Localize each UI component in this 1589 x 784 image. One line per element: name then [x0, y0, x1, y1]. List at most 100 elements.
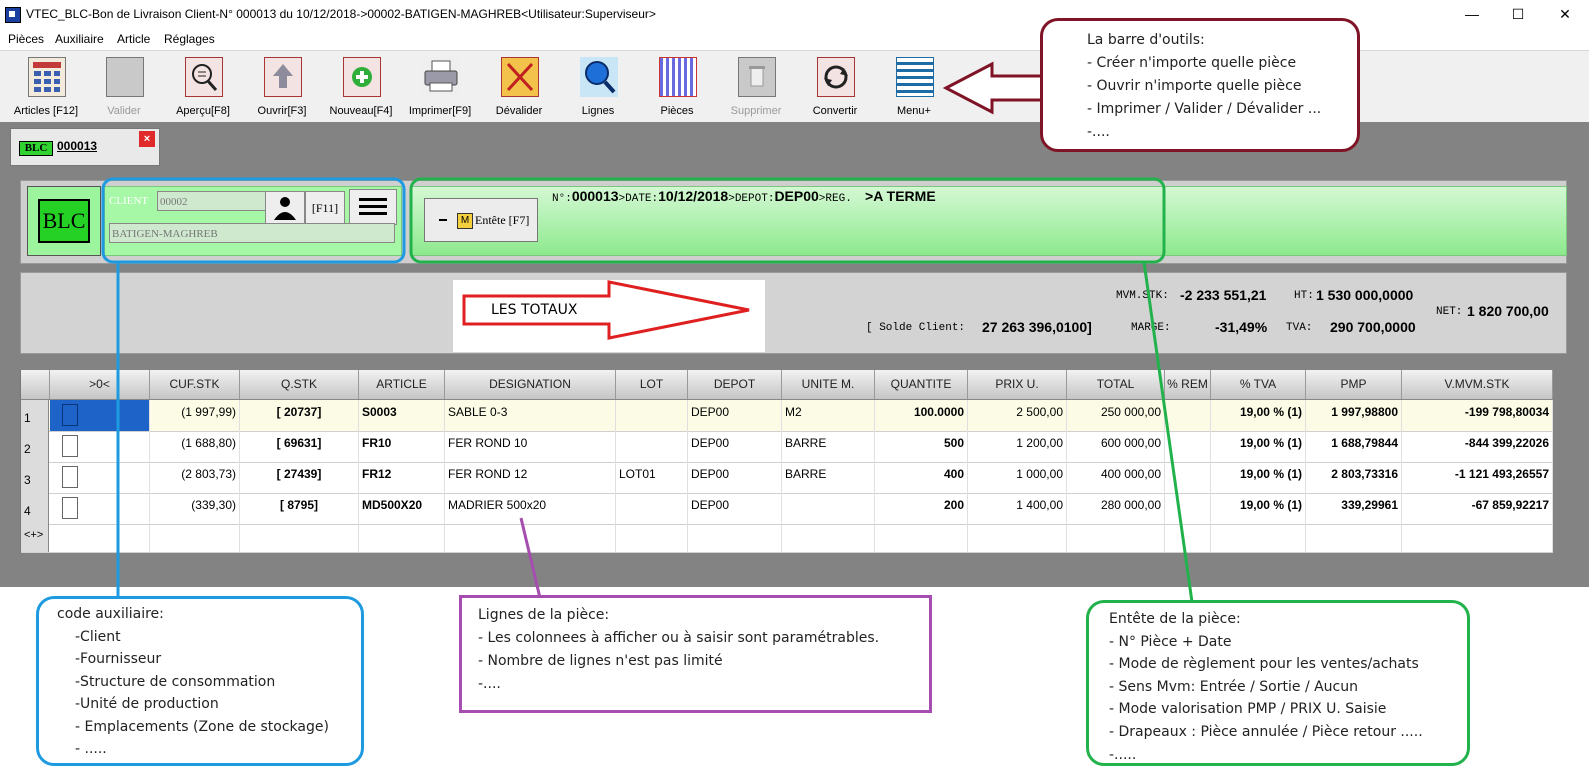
col-header-prix[interactable]: PRIX U.	[968, 370, 1067, 399]
new-row[interactable]: <+>	[21, 524, 1553, 553]
unite-cell[interactable]: BARRE	[782, 431, 875, 462]
article-cell[interactable]	[359, 524, 445, 552]
pmp-cell[interactable]: 2 803,73316	[1306, 462, 1402, 493]
q-stk-cell[interactable]: [ 20737]	[240, 400, 359, 431]
maximize-button[interactable]: ☐	[1503, 3, 1533, 25]
entete-button[interactable]: M Entête [F7]	[424, 198, 538, 242]
devalider-button[interactable]: Dévalider	[481, 55, 557, 121]
total-cell[interactable]: 280 000,00	[1067, 493, 1165, 524]
prix-cell[interactable]: 1 200,00	[968, 431, 1067, 462]
supprimer-button[interactable]: Supprimer	[718, 55, 794, 121]
designation-cell[interactable]: FER ROND 12	[445, 462, 616, 493]
rem-cell[interactable]	[1165, 462, 1211, 493]
article-cell[interactable]: S0003	[359, 400, 445, 431]
menu-pieces[interactable]: Pièces	[8, 32, 44, 46]
vmvm-cell[interactable]	[1402, 524, 1553, 552]
total-cell[interactable]: 400 000,00	[1067, 462, 1165, 493]
menu-reglages[interactable]: Réglages	[164, 32, 215, 46]
col-header-vmvm[interactable]: V.MVM.STK	[1402, 370, 1553, 399]
designation-cell[interactable]: MADRIER 500x20	[445, 493, 616, 524]
q-stk-cell[interactable]	[240, 524, 359, 552]
designation-cell[interactable]: SABLE 0-3	[445, 400, 616, 431]
cuf-stk-cell[interactable]: (1 688,80)	[150, 431, 240, 462]
row-checkbox[interactable]	[62, 404, 78, 426]
menu-auxiliaire[interactable]: Auxiliaire	[55, 32, 104, 46]
designation-cell[interactable]: FER ROND 10	[445, 431, 616, 462]
quantite-cell[interactable]	[875, 524, 968, 552]
nouveau-button[interactable]: Nouveau[F4]	[323, 55, 399, 121]
unite-cell[interactable]: BARRE	[782, 462, 875, 493]
total-cell[interactable]	[1067, 524, 1165, 552]
tva-cell[interactable]: 19,00 % (1)	[1211, 400, 1306, 431]
tab-number[interactable]: 000013	[57, 139, 97, 153]
quantite-cell[interactable]: 500	[875, 431, 968, 462]
cuf-stk-cell[interactable]: (1 997,99)	[150, 400, 240, 431]
col-header-select[interactable]: >0<	[50, 370, 150, 399]
total-cell[interactable]: 600 000,00	[1067, 431, 1165, 462]
tva-cell[interactable]: 19,00 % (1)	[1211, 493, 1306, 524]
table-row[interactable]: 3 (2 803,73) [ 27439] FR12 FER ROND 12 L…	[21, 462, 1553, 494]
pmp-cell[interactable]	[1306, 524, 1402, 552]
unite-cell[interactable]: M2	[782, 400, 875, 431]
close-window-button[interactable]: ✕	[1550, 3, 1580, 25]
client-name-field[interactable]: BATIGEN-MAGHREB	[109, 223, 395, 243]
article-cell[interactable]: FR12	[359, 462, 445, 493]
col-header-total[interactable]: TOTAL	[1067, 370, 1165, 399]
lot-cell[interactable]	[616, 524, 688, 552]
lignes-button[interactable]: Lignes	[560, 55, 636, 121]
unite-cell[interactable]	[782, 524, 875, 552]
table-row[interactable]: 4 (339,30) [ 8795] MD500X20 MADRIER 500x…	[21, 493, 1553, 525]
col-header-depot[interactable]: DEPOT	[688, 370, 782, 399]
quantite-cell[interactable]: 200	[875, 493, 968, 524]
valider-button[interactable]: Valider	[86, 55, 162, 121]
rem-cell[interactable]	[1165, 524, 1211, 552]
q-stk-cell[interactable]: [ 69631]	[240, 431, 359, 462]
select-cell[interactable]	[50, 431, 150, 462]
row-checkbox[interactable]	[62, 435, 78, 457]
tva-cell[interactable]: 19,00 % (1)	[1211, 462, 1306, 493]
cuf-stk-cell[interactable]: (339,30)	[150, 493, 240, 524]
new-row-marker[interactable]: <+>	[21, 524, 49, 552]
total-cell[interactable]: 250 000,00	[1067, 400, 1165, 431]
tva-cell[interactable]	[1211, 524, 1306, 552]
col-header-cuf-stk[interactable]: CUF.STK	[150, 370, 240, 399]
col-header-lot[interactable]: LOT	[616, 370, 688, 399]
pmp-cell[interactable]: 1 688,79844	[1306, 431, 1402, 462]
table-row[interactable]: 1 (1 997,99) [ 20737] S0003 SABLE 0-3 DE…	[21, 400, 1553, 432]
row-checkbox[interactable]	[62, 497, 78, 519]
select-cell[interactable]	[50, 493, 150, 524]
pmp-cell[interactable]: 1 997,98800	[1306, 400, 1402, 431]
col-header-rem[interactable]: % REM	[1165, 370, 1211, 399]
vmvm-cell[interactable]: -844 399,22026	[1402, 431, 1553, 462]
article-cell[interactable]: FR10	[359, 431, 445, 462]
imprimer-button[interactable]: Imprimer[F9]	[402, 55, 478, 121]
client-menu-button[interactable]	[349, 189, 397, 225]
article-cell[interactable]: MD500X20	[359, 493, 445, 524]
prix-cell[interactable]: 2 500,00	[968, 400, 1067, 431]
col-header-article[interactable]: ARTICLE	[359, 370, 445, 399]
col-header-pmp[interactable]: PMP	[1306, 370, 1402, 399]
rem-cell[interactable]	[1165, 431, 1211, 462]
designation-cell[interactable]	[445, 524, 616, 552]
q-stk-cell[interactable]: [ 27439]	[240, 462, 359, 493]
menu-plus-button[interactable]: Menu+	[876, 55, 952, 121]
depot-cell[interactable]	[688, 524, 782, 552]
row-checkbox[interactable]	[62, 466, 78, 488]
lot-cell[interactable]	[616, 400, 688, 431]
depot-cell[interactable]: DEP00	[688, 400, 782, 431]
articles-button[interactable]: Articles [F12]	[8, 55, 84, 121]
cuf-stk-cell[interactable]: (2 803,73)	[150, 462, 240, 493]
quantite-cell[interactable]: 100.0000	[875, 400, 968, 431]
f11-button[interactable]: [F11]	[305, 191, 345, 225]
quantite-cell[interactable]: 400	[875, 462, 968, 493]
rem-cell[interactable]	[1165, 400, 1211, 431]
table-row[interactable]: 2 (1 688,80) [ 69631] FR10 FER ROND 10 D…	[21, 431, 1553, 463]
apercu-button[interactable]: Aperçu[F8]	[165, 55, 241, 121]
menu-article[interactable]: Article	[117, 32, 150, 46]
depot-cell[interactable]: DEP00	[688, 462, 782, 493]
lot-cell[interactable]	[616, 493, 688, 524]
col-header-tva[interactable]: % TVA	[1211, 370, 1306, 399]
tva-cell[interactable]: 19,00 % (1)	[1211, 431, 1306, 462]
tab-close-button[interactable]: ×	[139, 131, 155, 147]
pieces-button[interactable]: Pièces	[639, 55, 715, 121]
